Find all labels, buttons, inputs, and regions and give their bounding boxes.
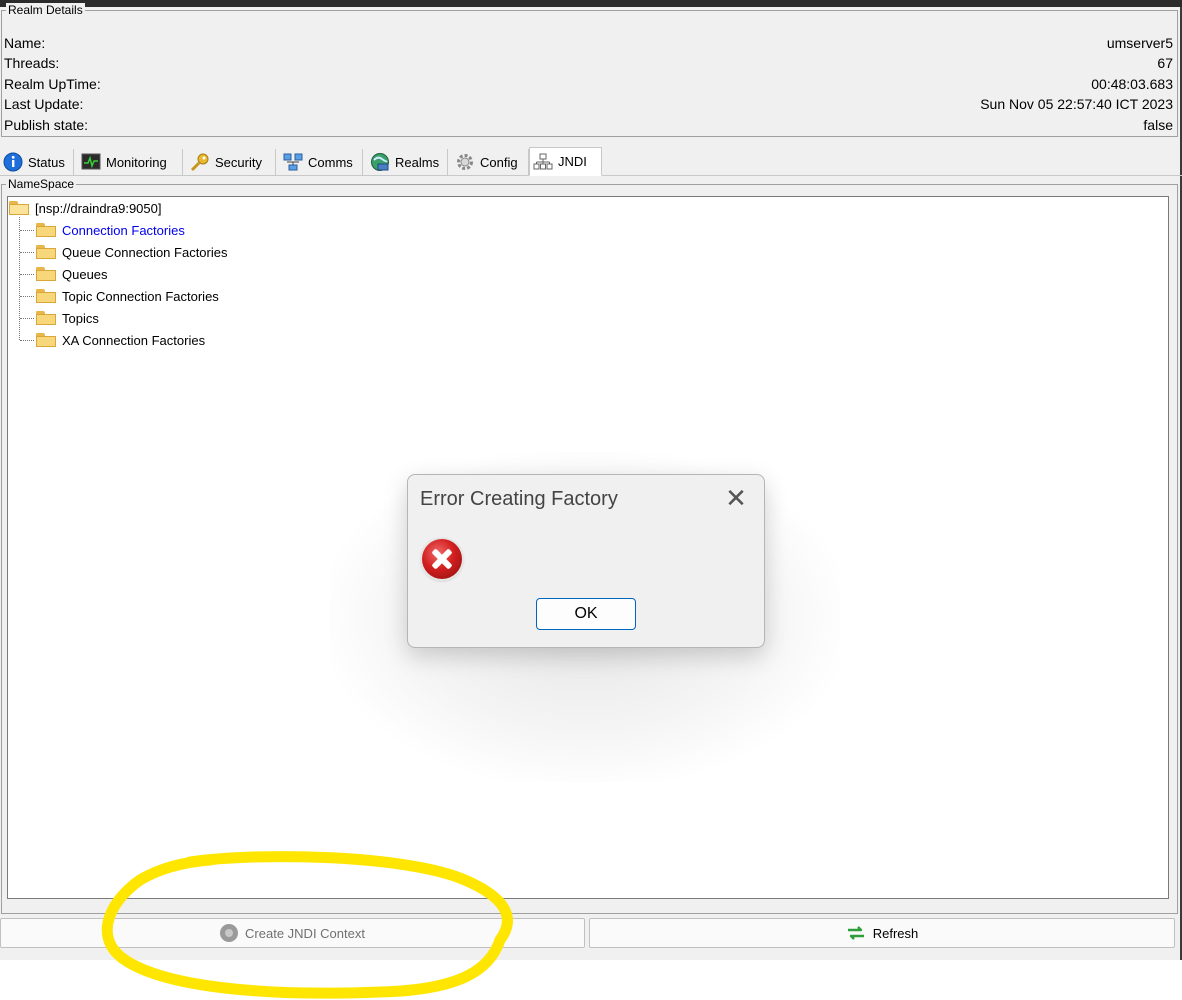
realm-row-uptime: Realm UpTime: 00:48:03.683 (4, 74, 1173, 94)
dialog-title: Error Creating Factory (420, 488, 618, 510)
tab-label: Monitoring (106, 154, 167, 170)
error-icon (422, 539, 462, 579)
folder-icon (36, 311, 56, 325)
tree-root-label: [nsp://draindra9:9050] (35, 200, 162, 216)
ok-button[interactable]: OK (536, 598, 636, 630)
tree-node-connection-factories[interactable]: Connection Factories (36, 220, 185, 240)
realm-details-title: Realm Details (6, 3, 85, 18)
tree-connector (20, 340, 34, 341)
realm-label: Name: (4, 35, 46, 51)
tree-node-label: Queues (62, 266, 108, 282)
gear-icon (455, 152, 475, 172)
folder-icon (36, 289, 56, 303)
globe-icon (370, 152, 390, 172)
tree-node-label: Topic Connection Factories (62, 288, 219, 304)
refresh-button[interactable]: Refresh (589, 918, 1175, 948)
tree-node-queues[interactable]: Queues (36, 264, 108, 284)
tree-connector (20, 252, 34, 253)
tab-jndi[interactable]: JNDI (529, 147, 602, 176)
tree-connector (20, 274, 34, 275)
tree-node-queue-connection-factories[interactable]: Queue Connection Factories (36, 242, 227, 262)
tab-label: Comms (308, 154, 353, 170)
realm-label: Threads: (4, 55, 60, 71)
tab-label: Realms (395, 154, 440, 170)
tree-node-label: Queue Connection Factories (62, 244, 228, 260)
folder-icon (36, 267, 56, 281)
refresh-icon (846, 923, 866, 943)
folder-icon (36, 245, 56, 259)
tree-node-label: Topics (62, 310, 99, 326)
error-dialog: Error Creating Factory ✕ OK (407, 474, 765, 648)
realm-row-threads: Threads: 67 (4, 53, 1173, 73)
realm-label: Realm UpTime: (4, 76, 101, 92)
tree-node-topics[interactable]: Topics (36, 308, 99, 328)
realm-label: Publish state: (4, 117, 89, 133)
realm-row-name: Name: umserver5 (4, 33, 1173, 53)
tab-config[interactable]: Config (452, 149, 529, 175)
realm-value: 67 (1157, 55, 1173, 71)
open-folder-icon (9, 201, 29, 215)
jndi-tree-icon (533, 152, 553, 172)
window-top-strip (0, 0, 1182, 7)
realm-value: 00:48:03.683 (1091, 76, 1173, 92)
tree-connector (19, 217, 20, 340)
realm-label: Last Update: (4, 96, 84, 112)
tree-connector (20, 296, 34, 297)
tree-node-label: Connection Factories (62, 222, 185, 238)
tree-connector (20, 230, 34, 231)
tab-security[interactable]: Security (187, 149, 276, 175)
tree-node-label: XA Connection Factories (62, 332, 206, 348)
tab-monitoring[interactable]: Monitoring (78, 149, 183, 175)
tree-root-node[interactable]: [nsp://draindra9:9050] (9, 198, 161, 218)
tree-node-topic-connection-factories[interactable]: Topic Connection Factories (36, 286, 219, 306)
tab-status[interactable]: Status (0, 149, 74, 175)
realm-value: Sun Nov 05 22:57:40 ICT 2023 (980, 96, 1173, 112)
realm-row-last-update: Last Update: Sun Nov 05 22:57:40 ICT 202… (4, 94, 1173, 114)
key-icon (190, 152, 210, 172)
realm-value: umserver5 (1106, 35, 1173, 51)
monitor-icon (81, 152, 101, 172)
tab-label: Status (28, 154, 65, 170)
tab-comms[interactable]: Comms (280, 149, 363, 175)
tree-node-xa-connection-factories[interactable]: XA Connection Factories (36, 330, 205, 350)
tab-label: Security (215, 154, 262, 170)
tab-label: Config (480, 154, 518, 170)
close-icon[interactable]: ✕ (724, 485, 748, 511)
refresh-label: Refresh (872, 925, 919, 941)
info-icon (3, 152, 23, 172)
tab-label: JNDI (558, 154, 587, 169)
namespace-title: NameSpace (6, 177, 77, 192)
realm-value: false (1143, 117, 1173, 133)
tab-realms[interactable]: Realms (367, 149, 448, 175)
tree-connector (20, 318, 34, 319)
tab-bar: Status Monitoring Security Comms Realms (0, 147, 1182, 176)
yellow-highlight-annotation (101, 851, 513, 999)
folder-icon (36, 333, 56, 347)
realm-details-group: Realm Details Name: umserver5 Threads: 6… (1, 3, 1178, 137)
folder-icon (36, 223, 56, 237)
realm-row-publish-state: Publish state: false (4, 115, 1173, 135)
network-icon (283, 152, 303, 172)
